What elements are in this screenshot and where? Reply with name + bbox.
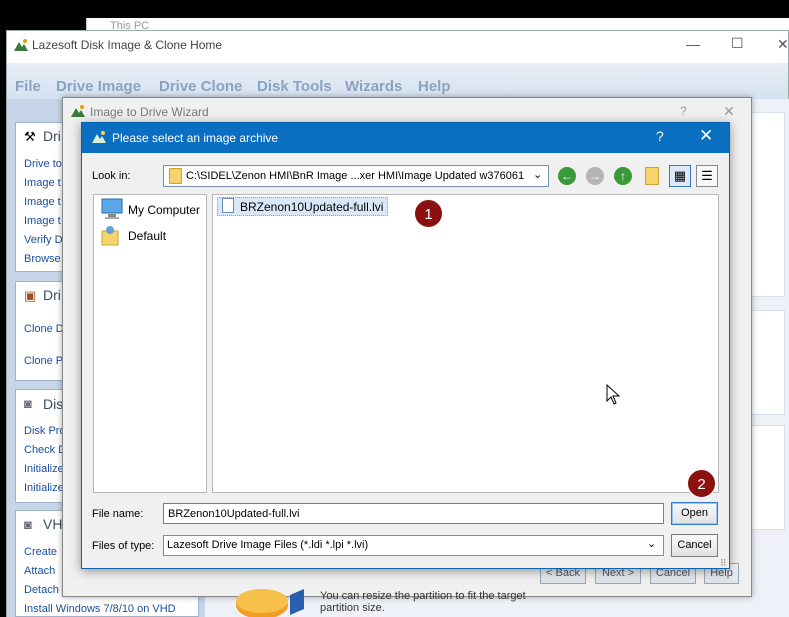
dialog-help-button[interactable]: ?	[656, 128, 664, 144]
left-link[interactable]: Attach	[24, 565, 55, 577]
maximize-button[interactable]: ☐	[731, 35, 744, 52]
file-list	[212, 194, 719, 493]
left-link[interactable]: Check D	[24, 444, 66, 456]
open-button[interactable]: Open	[671, 502, 718, 525]
dialog-close-button[interactable]: ✕	[699, 126, 713, 146]
list-view-icon[interactable]: ▦	[669, 165, 691, 187]
app-title: Lazesoft Disk Image & Clone Home	[32, 38, 223, 52]
place-my-computer[interactable]: My Computer	[128, 203, 200, 217]
back-arrow-icon[interactable]: ←	[558, 167, 576, 185]
left-link[interactable]: Create	[24, 546, 57, 558]
vhd-icon: ◙	[24, 517, 32, 532]
menu-wizards[interactable]: Wizards	[345, 78, 402, 95]
left-section-head: VH	[43, 516, 63, 532]
detail-view-icon[interactable]: ☰	[696, 165, 718, 187]
file-type-value: Lazesoft Drive Image Files (*.ldi *.lpi …	[167, 539, 369, 551]
menu-disk-tools[interactable]: Disk Tools	[257, 78, 332, 95]
forward-arrow-icon[interactable]: →	[586, 167, 604, 185]
step-marker-1: 1	[414, 199, 443, 228]
left-link[interactable]: Initialize	[24, 482, 64, 494]
file-type-label: Files of type:	[92, 540, 155, 552]
left-link[interactable]: Disk Pro	[24, 425, 66, 437]
look-in-path: C:\SIDEL\Zenon HMI\BnR Image ...xer HMI\…	[186, 170, 525, 182]
folder-icon	[169, 168, 182, 184]
left-link[interactable]: Clone P	[24, 355, 63, 367]
left-link[interactable]: Verify D	[24, 234, 63, 246]
new-folder-icon[interactable]	[645, 167, 659, 185]
place-default[interactable]: Default	[128, 229, 166, 243]
disk-graphic-icon	[236, 589, 304, 617]
step-marker-2: 2	[687, 469, 716, 498]
menu-help[interactable]: Help	[418, 78, 451, 95]
user-folder-icon	[101, 226, 119, 246]
look-in-label: Look in:	[92, 170, 131, 182]
chevron-down-icon[interactable]: ⌄	[647, 537, 656, 550]
chevron-down-icon[interactable]: ⌄	[533, 168, 542, 181]
wizard-close-button[interactable]: ✕	[723, 103, 735, 120]
cancel-button[interactable]: Cancel	[671, 534, 718, 557]
left-link[interactable]: Clone D	[24, 323, 64, 335]
menu-file[interactable]: File	[15, 78, 41, 95]
wizard-help-button[interactable]: ?	[680, 104, 687, 118]
clone-icon: ▣	[24, 288, 37, 303]
left-link[interactable]: Browse	[24, 253, 61, 265]
close-button[interactable]: ✕	[777, 36, 789, 53]
left-link[interactable]: Initialize	[24, 463, 64, 475]
wizard-hint: You can resize the partition to fit the …	[320, 590, 560, 614]
left-section-head: Dri	[43, 287, 61, 303]
hint-line: You can resize the partition to fit the …	[320, 590, 526, 602]
menu-drive-image[interactable]: Drive Image	[56, 78, 141, 95]
file-name-label: File name:	[92, 508, 144, 520]
left-link[interactable]: Install Windows 7/8/10 on VHD	[24, 603, 176, 615]
resize-grip-icon[interactable]: ⠿	[720, 558, 727, 569]
dialog-title: Please select an image archive	[112, 131, 279, 145]
left-link[interactable]: Image t	[24, 177, 61, 189]
left-link[interactable]: Image t	[24, 215, 61, 227]
disk-icon: ◙	[24, 396, 32, 411]
left-section-head: Dri	[43, 128, 61, 144]
up-arrow-icon[interactable]: ↑	[614, 167, 632, 185]
tools-icon: ⚒	[24, 129, 36, 144]
wizard-logo-icon	[71, 105, 85, 117]
left-link[interactable]: Detach	[24, 584, 59, 596]
computer-icon	[101, 198, 123, 219]
left-section-head: Dis	[43, 396, 64, 412]
file-icon	[222, 198, 234, 213]
left-link[interactable]: Image t	[24, 196, 61, 208]
wizard-title: Image to Drive Wizard	[90, 105, 209, 119]
app-logo-icon	[14, 39, 28, 51]
mouse-cursor-icon	[606, 384, 621, 405]
file-name-input[interactable]	[163, 503, 664, 524]
menu-drive-clone[interactable]: Drive Clone	[159, 78, 242, 95]
hint-line: partition size.	[320, 602, 385, 614]
minimize-button[interactable]: —	[686, 36, 700, 52]
left-link[interactable]: Drive to	[24, 158, 62, 170]
dialog-logo-icon	[92, 131, 106, 143]
file-item[interactable]: BRZenon10Updated-full.lvi	[217, 197, 389, 216]
